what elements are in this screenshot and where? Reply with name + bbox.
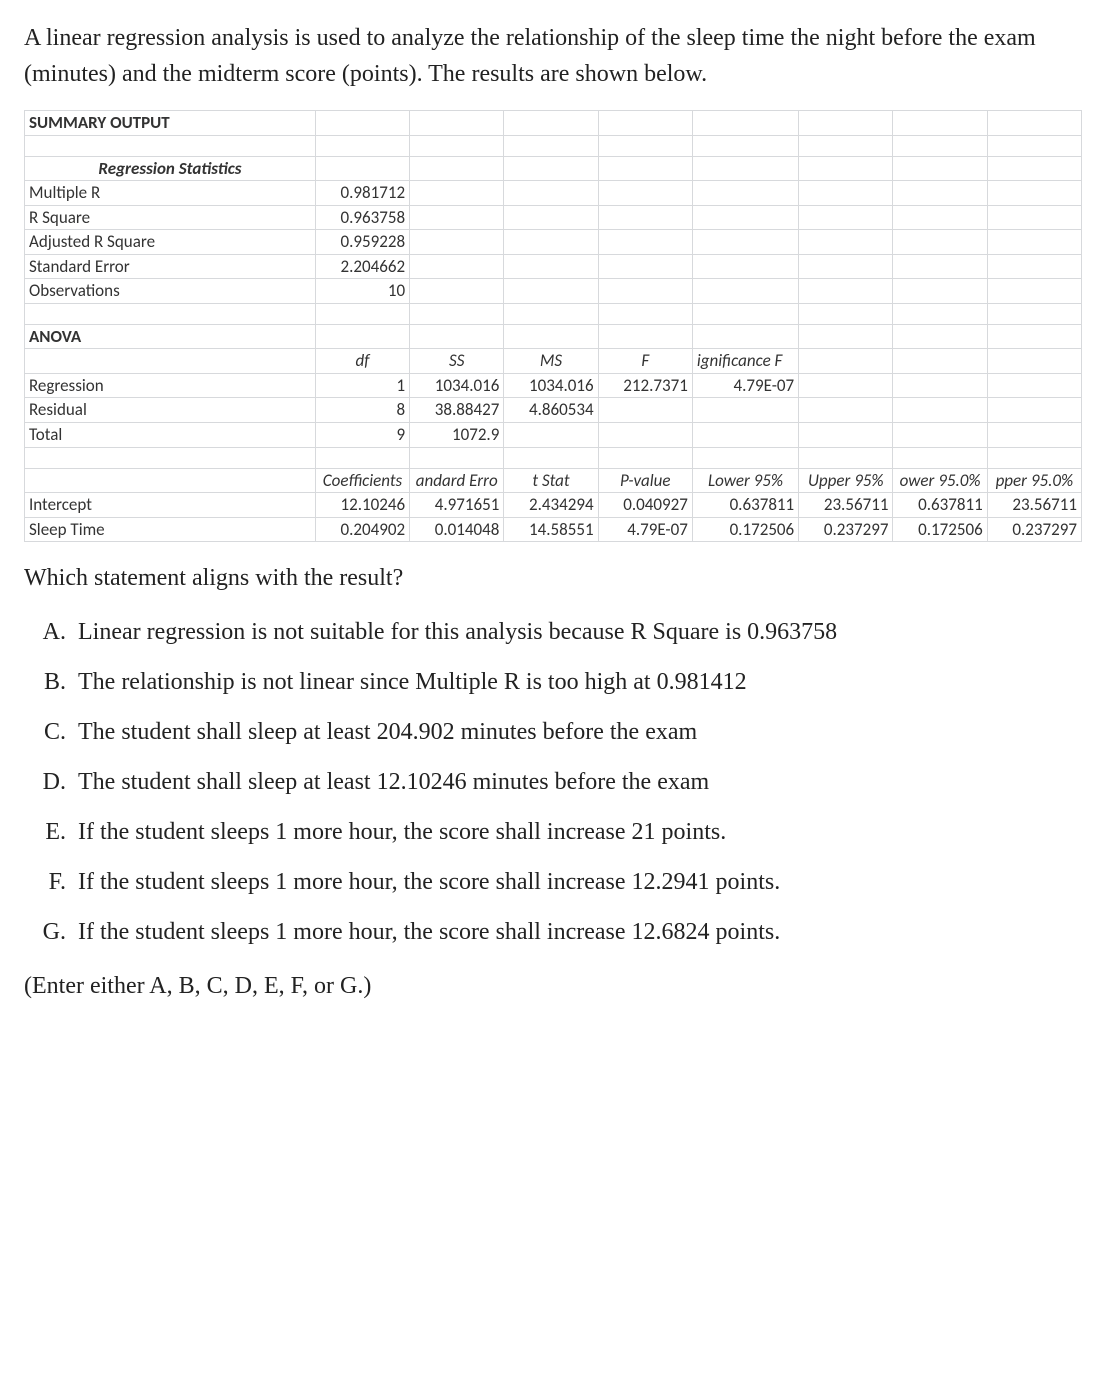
- anova-residual-df: 8: [315, 398, 409, 423]
- row-multiple-r: Multiple R 0.981712: [25, 181, 1082, 206]
- anova-regression-ms: 1034.016: [504, 373, 598, 398]
- pval-header: P-value: [598, 468, 692, 493]
- row-adj-r-square: Adjusted R Square 0.959228: [25, 230, 1082, 255]
- adj-r-square-value: 0.959228: [315, 230, 409, 255]
- row-blank: [25, 135, 1082, 156]
- l95b-header: ower 95.0%: [893, 468, 987, 493]
- anova-total-df: 9: [315, 423, 409, 448]
- sleep-pval: 4.79E-07: [598, 517, 692, 542]
- question-text: Which statement aligns with the result?: [24, 560, 1082, 596]
- multiple-r-value: 0.981712: [315, 181, 409, 206]
- intercept-tstat: 2.434294: [504, 493, 598, 518]
- sleep-se: 0.014048: [410, 517, 504, 542]
- row-regstats-header: Regression Statistics: [25, 156, 1082, 181]
- tstat-header: t Stat: [504, 468, 598, 493]
- u95b-header: pper 95.0%: [987, 468, 1081, 493]
- sleep-u95b: 0.237297: [987, 517, 1081, 542]
- row-intercept: Intercept 12.10246 4.971651 2.434294 0.0…: [25, 493, 1082, 518]
- regression-output: SUMMARY OUTPUT Regression Statistics Mul…: [24, 110, 1082, 542]
- anova-regression-label: Regression: [25, 373, 316, 398]
- intercept-u95b: 23.56711: [987, 493, 1081, 518]
- r-square-value: 0.963758: [315, 205, 409, 230]
- anova-regression-ss: 1034.016: [410, 373, 504, 398]
- std-error-label: Standard Error: [25, 254, 316, 279]
- multiple-r-label: Multiple R: [25, 181, 316, 206]
- observations-label: Observations: [25, 279, 316, 304]
- se-header: andard Erro: [410, 468, 504, 493]
- intercept-l95: 0.637811: [692, 493, 798, 518]
- option-d[interactable]: The student shall sleep at least 12.1024…: [72, 764, 1082, 800]
- anova-sigf-header: ignificance F: [692, 349, 798, 374]
- anova-residual-ms: 4.860534: [504, 398, 598, 423]
- intercept-label: Intercept: [25, 493, 316, 518]
- sleep-l95b: 0.172506: [893, 517, 987, 542]
- row-std-error: Standard Error 2.204662: [25, 254, 1082, 279]
- u95-header: Upper 95%: [799, 468, 893, 493]
- row-coef-headers: Coefficients andard Erro t Stat P-value …: [25, 468, 1082, 493]
- answer-options: Linear regression is not suitable for th…: [24, 614, 1082, 950]
- r-square-label: R Square: [25, 205, 316, 230]
- anova-f-header: F: [598, 349, 692, 374]
- answer-hint: (Enter either A, B, C, D, E, F, or G.): [24, 968, 1082, 1004]
- row-anova-residual: Residual 8 38.88427 4.860534: [25, 398, 1082, 423]
- anova-df-header: df: [315, 349, 409, 374]
- anova-residual-ss: 38.88427: [410, 398, 504, 423]
- row-anova-label: ANOVA: [25, 324, 1082, 349]
- row-sleep-time: Sleep Time 0.204902 0.014048 14.58551 4.…: [25, 517, 1082, 542]
- option-a[interactable]: Linear regression is not suitable for th…: [72, 614, 1082, 650]
- option-e[interactable]: If the student sleeps 1 more hour, the s…: [72, 814, 1082, 850]
- anova-total-label: Total: [25, 423, 316, 448]
- summary-output-label: SUMMARY OUTPUT: [25, 111, 316, 136]
- option-f[interactable]: If the student sleeps 1 more hour, the s…: [72, 864, 1082, 900]
- row-observations: Observations 10: [25, 279, 1082, 304]
- sleep-l95: 0.172506: [692, 517, 798, 542]
- anova-label: ANOVA: [25, 324, 316, 349]
- sleep-coef: 0.204902: [315, 517, 409, 542]
- regression-table: SUMMARY OUTPUT Regression Statistics Mul…: [24, 110, 1082, 542]
- anova-ms-header: MS: [504, 349, 598, 374]
- intercept-u95: 23.56711: [799, 493, 893, 518]
- sleep-label: Sleep Time: [25, 517, 316, 542]
- coef-header: Coefficients: [315, 468, 409, 493]
- adj-r-square-label: Adjusted R Square: [25, 230, 316, 255]
- l95-header: Lower 95%: [692, 468, 798, 493]
- row-anova-headers: df SS MS F ignificance F: [25, 349, 1082, 374]
- row-anova-total: Total 9 1072.9: [25, 423, 1082, 448]
- anova-regression-f: 212.7371: [598, 373, 692, 398]
- row-r-square: R Square 0.963758: [25, 205, 1082, 230]
- anova-total-ss: 1072.9: [410, 423, 504, 448]
- anova-regression-sigf: 4.79E-07: [692, 373, 798, 398]
- row-blank: [25, 447, 1082, 468]
- intercept-coef: 12.10246: [315, 493, 409, 518]
- intro-text: A linear regression analysis is used to …: [24, 20, 1082, 92]
- row-blank: [25, 303, 1082, 324]
- anova-ss-header: SS: [410, 349, 504, 374]
- sleep-tstat: 14.58551: [504, 517, 598, 542]
- anova-regression-df: 1: [315, 373, 409, 398]
- std-error-value: 2.204662: [315, 254, 409, 279]
- option-g[interactable]: If the student sleeps 1 more hour, the s…: [72, 914, 1082, 950]
- anova-residual-label: Residual: [25, 398, 316, 423]
- option-b[interactable]: The relationship is not linear since Mul…: [72, 664, 1082, 700]
- row-anova-regression: Regression 1 1034.016 1034.016 212.7371 …: [25, 373, 1082, 398]
- intercept-l95b: 0.637811: [893, 493, 987, 518]
- observations-value: 10: [315, 279, 409, 304]
- row-summary: SUMMARY OUTPUT: [25, 111, 1082, 136]
- sleep-u95: 0.237297: [799, 517, 893, 542]
- option-c[interactable]: The student shall sleep at least 204.902…: [72, 714, 1082, 750]
- intercept-pval: 0.040927: [598, 493, 692, 518]
- regression-statistics-label: Regression Statistics: [25, 156, 316, 181]
- intercept-se: 4.971651: [410, 493, 504, 518]
